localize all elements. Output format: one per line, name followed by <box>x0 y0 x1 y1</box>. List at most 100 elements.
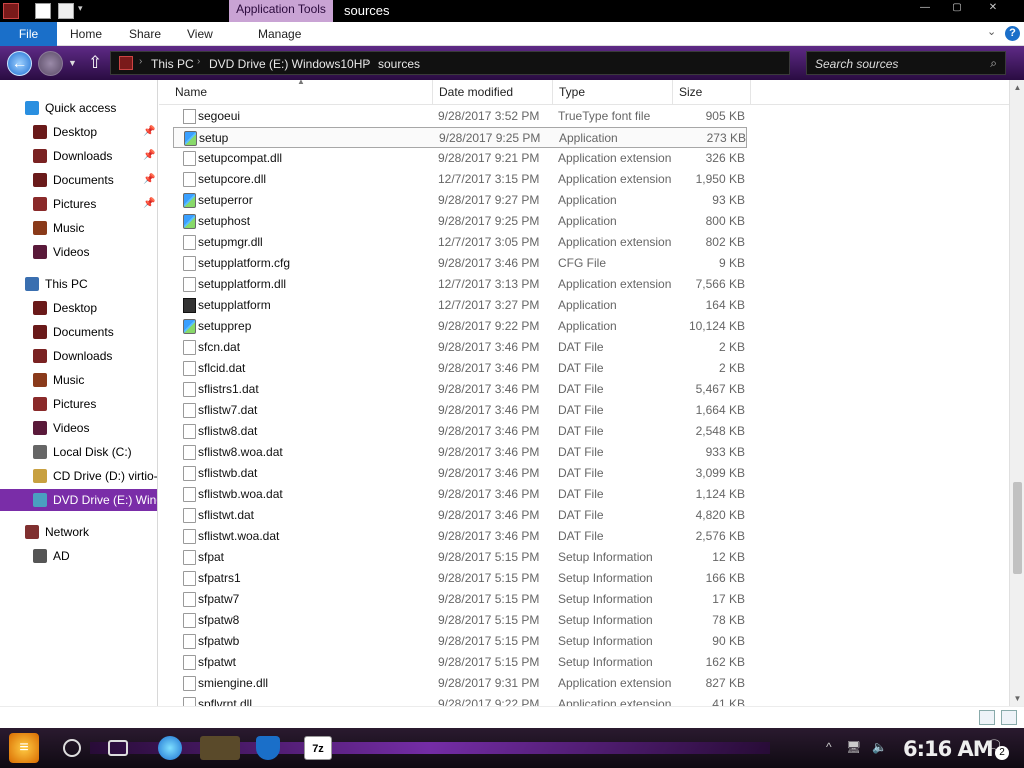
table-row[interactable]: setupplatform.cfg 9/28/2017 3:46 PM CFG Fi… <box>173 253 747 274</box>
back-button[interactable]: ← <box>7 51 32 76</box>
sidebar-item[interactable]: Pictures <box>0 393 157 415</box>
sidebar-item[interactable]: Downloads 📌 <box>0 145 157 167</box>
tab-share[interactable]: Share <box>129 22 161 46</box>
table-row[interactable]: sfpatrs1 9/28/2017 5:15 PM Setup Informati… <box>173 568 747 589</box>
column-header-size[interactable]: Size <box>673 80 751 105</box>
network-status-icon[interactable]: 🖥 <box>846 740 861 754</box>
table-row[interactable]: setupplatform 12/7/2017 3:27 PM Applicatio… <box>173 295 747 316</box>
scrollbar-thumb[interactable] <box>1013 482 1022 574</box>
sidebar-item[interactable]: Documents <box>0 321 157 343</box>
ribbon-expand-chevron-icon[interactable]: ⌄ <box>987 25 996 38</box>
sidebar-item[interactable]: Quick access <box>0 97 157 119</box>
tab-file[interactable]: File <box>0 22 57 46</box>
sidebar-item[interactable]: Documents 📌 <box>0 169 157 191</box>
table-row[interactable]: setuperror 9/28/2017 9:27 PM Application 93… <box>173 190 747 211</box>
details-view-icon[interactable] <box>979 710 995 725</box>
properties-icon[interactable] <box>35 3 51 19</box>
table-row[interactable]: sflistwb.dat 9/28/2017 3:46 PM DAT File 3,0… <box>173 463 747 484</box>
sidebar-item[interactable]: Music <box>0 369 157 391</box>
help-icon[interactable]: ? <box>1005 26 1020 41</box>
clock[interactable]: 6:16 AM <box>903 737 994 761</box>
table-row[interactable]: sflistwt.woa.dat 9/28/2017 3:46 PM DAT Fil… <box>173 526 747 547</box>
breadcrumb-separator-icon[interactable]: › <box>197 56 200 67</box>
sidebar-item[interactable]: AD <box>0 545 157 567</box>
pin-icon[interactable]: 📌 <box>143 169 155 191</box>
volume-muted-icon[interactable]: 🔈 <box>872 740 887 754</box>
breadcrumb-separator-icon[interactable]: › <box>139 56 142 67</box>
search-box[interactable]: Search sources ⌕ <box>806 51 1006 75</box>
sidebar-item[interactable]: This PC <box>0 273 157 295</box>
table-row[interactable]: sfpatwb 9/28/2017 5:15 PM Setup Informatio… <box>173 631 747 652</box>
table-row[interactable]: sflistw8.woa.dat 9/28/2017 3:46 PM DAT Fil… <box>173 442 747 463</box>
task-view-icon[interactable] <box>108 740 128 756</box>
table-row[interactable]: sflistrs1.dat 9/28/2017 3:46 PM DAT File 5,… <box>173 379 747 400</box>
table-row[interactable]: spflvrnt.dll 9/28/2017 9:22 PM Application… <box>173 694 747 706</box>
vertical-scrollbar[interactable]: ▲ ▼ <box>1009 80 1024 706</box>
table-row[interactable]: smiengine.dll 9/28/2017 9:31 PM Applicatio… <box>173 673 747 694</box>
table-row[interactable]: sfpat 9/28/2017 5:15 PM Setup Information 1… <box>173 547 747 568</box>
recent-locations-dropdown-icon[interactable]: ▼ <box>68 58 77 68</box>
table-row[interactable]: sflistwt.dat 9/28/2017 3:46 PM DAT File 4,8… <box>173 505 747 526</box>
search-icon[interactable]: ⌕ <box>990 56 997 71</box>
table-row[interactable]: setupmgr.dll 12/7/2017 3:05 PM Application… <box>173 232 747 253</box>
sidebar-item[interactable]: DVD Drive (E:) Wind <box>0 489 157 511</box>
sidebar-item[interactable]: Network <box>0 521 157 543</box>
maximize-button[interactable]: ▢ <box>942 2 972 13</box>
table-row[interactable]: setuphost 9/28/2017 9:25 PM Application 800… <box>173 211 747 232</box>
breadcrumb-sources[interactable]: sources <box>378 57 420 71</box>
explorer-app-icon[interactable] <box>3 3 19 19</box>
sidebar-item[interactable]: Videos <box>0 417 157 439</box>
column-header-date[interactable]: Date modified <box>433 80 553 105</box>
close-button[interactable]: ✕ <box>978 2 1008 13</box>
7zip-icon[interactable]: 7z <box>304 736 332 760</box>
pin-icon[interactable]: 📌 <box>143 145 155 167</box>
pin-icon[interactable]: 📌 <box>143 193 155 215</box>
tab-home[interactable]: Home <box>70 22 102 46</box>
sidebar-item[interactable]: Desktop <box>0 297 157 319</box>
table-row[interactable]: sfcn.dat 9/28/2017 3:46 PM DAT File 2 KB <box>173 337 747 358</box>
table-row[interactable]: sflistwb.woa.dat 9/28/2017 3:46 PM DAT Fil… <box>173 484 747 505</box>
application-tools-context-tab[interactable]: Application Tools <box>229 0 333 22</box>
defender-icon[interactable] <box>256 736 280 760</box>
table-row[interactable]: setupplatform.dll 12/7/2017 3:13 PM Applic… <box>173 274 747 295</box>
scroll-down-arrow-icon[interactable]: ▼ <box>1010 691 1024 706</box>
sidebar-item[interactable]: Videos <box>0 241 157 263</box>
address-bar[interactable]: › This PC › DVD Drive (E:) Windows10HP ›… <box>110 51 790 75</box>
file-explorer-icon[interactable] <box>200 736 240 760</box>
quick-access-dropdown-icon[interactable]: ▾ <box>78 3 94 19</box>
breadcrumb-this-pc[interactable]: This PC <box>151 57 194 71</box>
scroll-up-arrow-icon[interactable]: ▲ <box>1010 80 1024 95</box>
table-row[interactable]: sflcid.dat 9/28/2017 3:46 PM DAT File 2 KB <box>173 358 747 379</box>
table-row[interactable]: sflistw7.dat 9/28/2017 3:46 PM DAT File 1,6… <box>173 400 747 421</box>
sidebar-item[interactable]: Music <box>0 217 157 239</box>
large-icons-view-icon[interactable] <box>1001 710 1017 725</box>
search-circle-icon[interactable] <box>63 739 81 757</box>
breadcrumb-dvd-drive[interactable]: DVD Drive (E:) Windows10HP <box>209 57 370 71</box>
sidebar-item[interactable]: Local Disk (C:) <box>0 441 157 463</box>
pin-icon[interactable]: 📌 <box>143 121 155 143</box>
minimize-button[interactable]: — <box>910 2 940 13</box>
forward-button[interactable] <box>38 51 63 76</box>
sidebar-item[interactable]: Downloads <box>0 345 157 367</box>
table-row[interactable]: setupcore.dll 12/7/2017 3:15 PM Applicatio… <box>173 169 747 190</box>
breadcrumb-separator-icon[interactable]: › <box>365 56 368 67</box>
table-row[interactable]: sfpatw8 9/28/2017 5:15 PM Setup Informatio… <box>173 610 747 631</box>
table-row[interactable]: sfpatwt 9/28/2017 5:15 PM Setup Informatio… <box>173 652 747 673</box>
sidebar-item[interactable]: CD Drive (D:) virtio-w <box>0 465 157 487</box>
tab-view[interactable]: View <box>187 22 213 46</box>
table-row[interactable]: setupcompat.dll 9/28/2017 9:21 PM Applicat… <box>173 148 747 169</box>
edge-icon[interactable] <box>158 736 182 760</box>
new-folder-icon[interactable] <box>58 3 74 19</box>
table-row[interactable]: sfpatw7 9/28/2017 5:15 PM Setup Informatio… <box>173 589 747 610</box>
start-button[interactable]: ≡ <box>9 733 39 763</box>
sidebar-item[interactable]: Desktop 📌 <box>0 121 157 143</box>
column-header-type[interactable]: Type <box>553 80 673 105</box>
table-row[interactable]: segoeui 9/28/2017 3:52 PM TrueType font fi… <box>173 106 747 127</box>
table-row[interactable]: setupprep 9/28/2017 9:22 PM Application 10,… <box>173 316 747 337</box>
sidebar-item[interactable]: Pictures 📌 <box>0 193 157 215</box>
tab-manage[interactable]: Manage <box>258 22 301 46</box>
table-row[interactable]: sflistw8.dat 9/28/2017 3:46 PM DAT File 2,5… <box>173 421 747 442</box>
show-hidden-icons-icon[interactable]: ^ <box>826 740 832 754</box>
table-row[interactable]: setup 9/28/2017 9:25 PM Application 273 KB <box>173 127 747 148</box>
up-arrow-icon[interactable]: ⇧ <box>88 53 102 73</box>
